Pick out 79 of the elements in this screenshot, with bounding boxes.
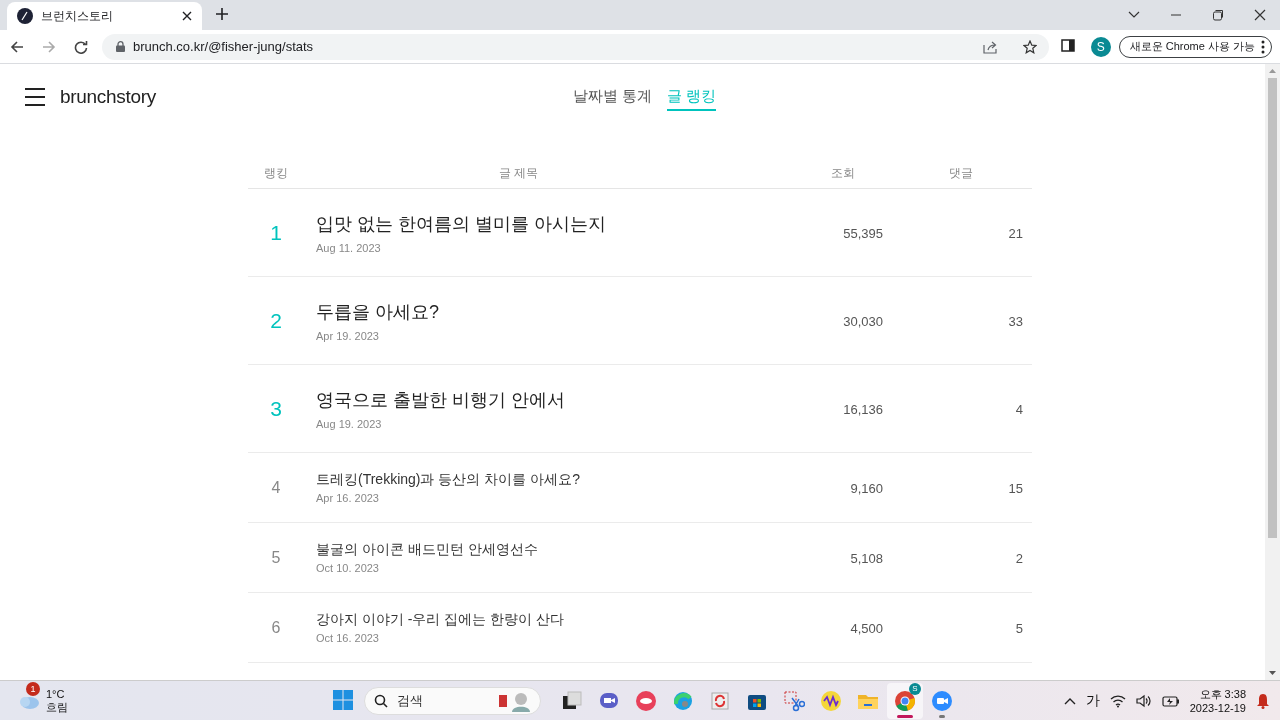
clock-date[interactable]: 2023-12-19 [1189,700,1246,715]
restore-icon[interactable] [1212,9,1224,21]
app-indicator [897,714,913,718]
profile-badge: S [909,682,921,695]
rank-number: 6 [271,618,281,636]
view-count: 55,395 [843,225,883,241]
brunchstory-logo[interactable]: brunchstory [60,86,156,108]
side-panel-icon[interactable] [1060,38,1075,52]
profile-avatar[interactable]: S [1090,36,1111,57]
rank-number: 3 [270,396,282,420]
show-hidden-icon[interactable] [1063,696,1076,705]
temperature-text: 1°C [46,687,66,701]
comment-count: 21 [1008,225,1023,241]
comment-count: 4 [1015,401,1023,417]
reload-icon[interactable] [74,39,88,54]
tab-search-icon[interactable] [1128,11,1140,19]
post-title-link[interactable]: 불굴의 아이콘 배드민턴 안세영선수 [316,541,538,559]
sync-icon [709,689,731,712]
wifi-icon[interactable] [1109,693,1126,708]
post-date: Apr 19. 2023 [316,329,379,342]
app-indicator [939,714,945,718]
post-date: Apr 16. 2023 [316,492,379,504]
post-title-link[interactable]: 영국으로 출발한 비행기 안에서 [316,387,565,412]
volume-icon[interactable] [1135,693,1152,708]
view-count: 4,500 [850,620,883,636]
more-icon [1261,39,1265,54]
taskbar-app-button[interactable]: S [887,682,923,719]
lock-icon [116,41,125,52]
video-call-icon [931,689,953,712]
view-count: 5,108 [850,550,883,566]
comment-count: 15 [1008,480,1023,496]
weather-condition: 흐림 [46,700,68,714]
comment-count: 33 [1008,313,1023,329]
close-icon[interactable] [182,11,192,21]
post-date: Aug 19. 2023 [316,417,382,430]
back-icon[interactable] [10,39,24,54]
input-method-indicator[interactable]: 가 [1085,691,1100,710]
update-chrome-button[interactable]: 새로운 Chrome 사용 가능 [1118,35,1272,58]
menu-icon[interactable] [25,88,45,106]
post-date: Oct 10. 2023 [316,562,379,574]
notification-badge: 1 [26,681,40,696]
rank-number: 2 [270,308,282,332]
search-field[interactable]: 검색 [364,686,541,715]
view-count: 30,030 [843,313,883,329]
column-header: 랭킹 [263,164,289,182]
tab-title: 브런치스토리 [41,7,114,25]
task-view-icon [561,689,583,712]
comment-count: 2 [1015,550,1023,566]
comment-count: 5 [1015,620,1023,636]
post-title-link[interactable]: 두릅을 아세요? [316,299,439,324]
scissors-icon [783,689,805,712]
column-header: 글 제목 [497,164,540,182]
rank-number: 5 [271,548,281,566]
post-date: Aug 11. 2023 [316,241,381,254]
url-text: brunch.co.kr/@fisher-jung/stats [133,39,315,54]
waveform-icon [820,689,842,712]
post-title-link[interactable]: 강아지 이야기 -우리 집에는 한량이 산다 [316,611,565,629]
address-bar[interactable]: brunch.co.kr/@fisher-jung/stats [102,33,1049,60]
column-header: 조회 [830,164,856,182]
browser-tab[interactable]: 브런치스토리 [7,2,202,30]
post-title-link[interactable]: 입맛 없는 한여름의 별미를 아시는지 [316,211,606,236]
nav-tab[interactable]: 날짜별 통계 [573,87,653,111]
notification-bell-icon[interactable] [1256,692,1270,709]
windows-start-icon[interactable] [333,689,353,710]
rank-number: 1 [270,220,282,244]
search-icon [374,693,388,708]
column-header: 댓글 [948,164,974,182]
rank-number: 4 [271,478,281,496]
battery-charging-icon[interactable] [1161,694,1180,707]
clock-time[interactable]: 오후 3:38 [1199,686,1246,701]
post-date: Oct 16. 2023 [316,632,379,644]
post-title-link[interactable]: 트레킹(Trekking)과 등산의 차이를 아세요? [316,471,580,489]
close-icon[interactable] [1254,9,1266,21]
scrollbar-thumb[interactable] [1268,78,1277,538]
new-tab-icon[interactable] [216,8,228,20]
view-count: 9,160 [850,480,883,496]
bookmark-star-icon[interactable] [1022,39,1037,54]
view-count: 16,136 [843,401,883,417]
share-icon[interactable] [982,39,999,54]
